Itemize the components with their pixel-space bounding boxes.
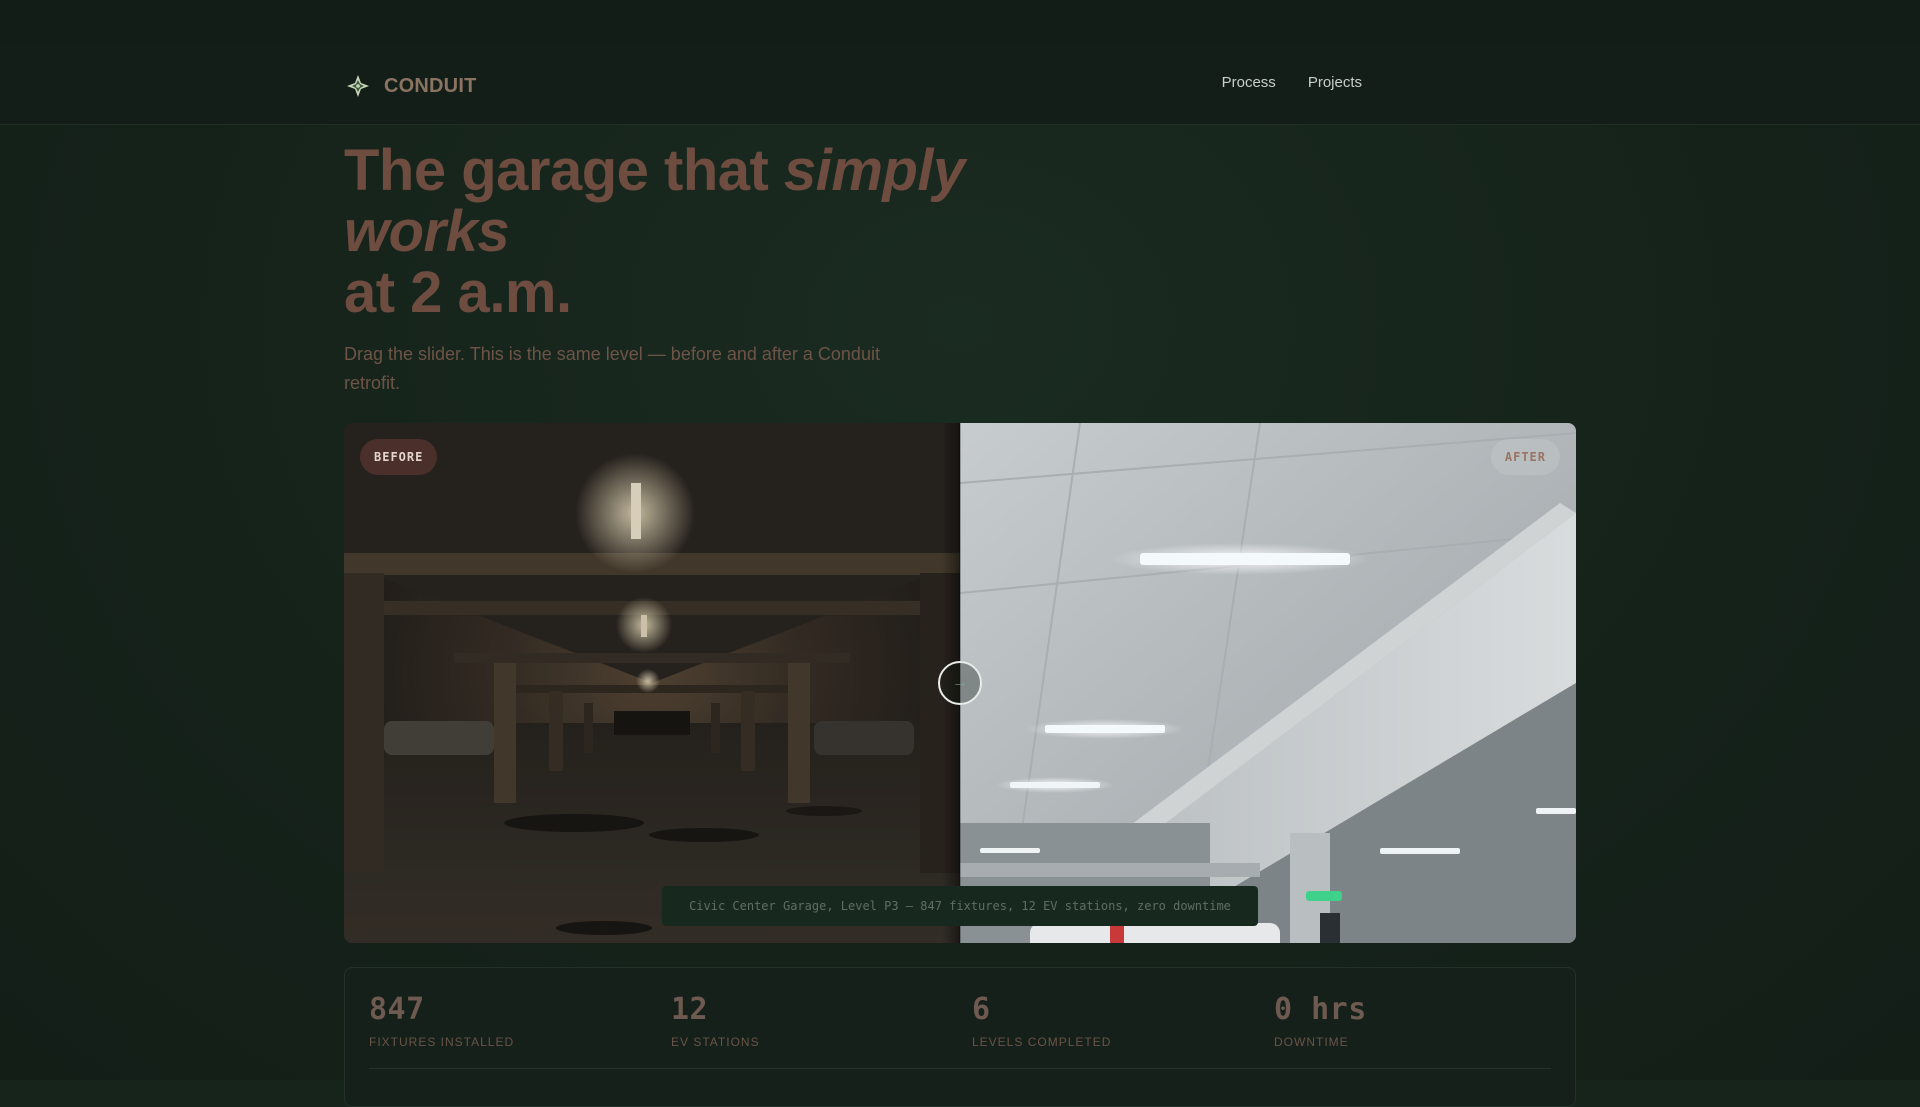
hero-title: The garage that simply works at 2 a.m. — [344, 140, 1024, 323]
after-label: AFTER — [1490, 439, 1560, 475]
hero-title-emphasis-2: works — [344, 199, 510, 264]
before-label: BEFORE — [360, 439, 438, 475]
stat-value: 12 — [671, 992, 709, 1027]
site-header: CONDUIT Process Projects — [0, 46, 1920, 125]
dark-garage-illustration — [344, 423, 960, 943]
stat-levels: 6 LEVELS COMPLETED — [972, 992, 1252, 1049]
main-nav: Process Projects — [1222, 74, 1362, 91]
bright-garage-illustration — [960, 423, 1576, 943]
stat-value: 0 hrs — [1274, 992, 1367, 1027]
before-image: BEFORE — [344, 423, 960, 943]
stat-ev-stations: 12 EV STATIONS — [671, 992, 951, 1049]
hero-title-emphasis: simply — [783, 138, 965, 203]
hero-title-part: The garage that — [344, 138, 784, 203]
stat-label: EV STATIONS — [671, 1035, 760, 1049]
brand-name: CONDUIT — [384, 74, 477, 97]
stats-divider — [369, 1068, 1551, 1069]
arrow-right-icon: → — [952, 674, 968, 691]
hero-subtitle: Drag the slider. This is the same level … — [344, 344, 880, 393]
hero-title-line-3: at 2 a.m. — [344, 260, 572, 325]
before-after-slider[interactable]: BEFORE AFTER → Civic Center Garage, Leve… — [344, 423, 1576, 943]
nav-link-projects[interactable]: Projects — [1308, 74, 1362, 91]
stats-panel: 847 FIXTURES INSTALLED 12 EV STATIONS 6 … — [344, 967, 1576, 1107]
nav-link-process[interactable]: Process — [1222, 74, 1276, 91]
stat-value: 847 — [369, 992, 425, 1027]
stat-label: FIXTURES INSTALLED — [369, 1035, 515, 1049]
slider-handle[interactable]: → — [938, 661, 982, 705]
stat-fixtures: 847 FIXTURES INSTALLED — [369, 992, 649, 1049]
brand-logo[interactable]: CONDUIT — [344, 70, 477, 102]
stat-value: 6 — [972, 992, 991, 1027]
stat-downtime: 0 hrs DOWNTIME — [1274, 992, 1554, 1049]
compass-star-icon — [347, 75, 369, 97]
top-strip — [0, 0, 1920, 46]
stat-label: DOWNTIME — [1274, 1035, 1349, 1049]
after-image: AFTER — [960, 423, 1576, 943]
stat-label: LEVELS COMPLETED — [972, 1035, 1112, 1049]
image-caption: Civic Center Garage, Level P3 — 847 fixt… — [662, 886, 1258, 926]
